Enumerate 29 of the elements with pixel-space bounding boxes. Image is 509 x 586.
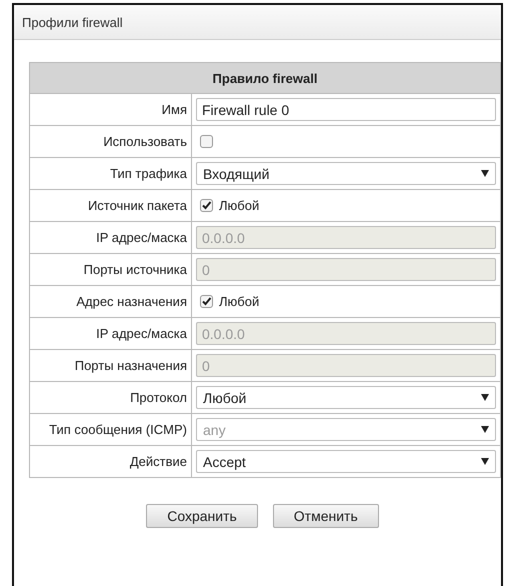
panel-title: Профили firewall xyxy=(22,14,123,30)
text-field[interactable]: Firewall rule 0 xyxy=(196,98,496,121)
caret-icon xyxy=(481,170,489,177)
checkbox[interactable] xyxy=(200,135,213,148)
field-label: IP адрес/маска xyxy=(30,222,192,254)
checkbox[interactable] xyxy=(200,199,213,212)
field-label: Использовать xyxy=(30,126,192,158)
checkbox[interactable] xyxy=(200,295,213,308)
dropdown[interactable]: Любой xyxy=(196,386,496,409)
field-label: Источник пакета xyxy=(30,190,192,222)
dropdown[interactable]: Accept xyxy=(196,450,496,473)
table-header: Правило firewall xyxy=(30,62,500,94)
checkbox-label: Любой xyxy=(219,294,260,309)
field-label: Порты назначения xyxy=(30,350,192,382)
caret-icon xyxy=(481,458,489,465)
checkbox-label: Любой xyxy=(219,198,260,213)
field-label: Имя xyxy=(30,94,192,126)
cancel-button[interactable]: Отменить xyxy=(272,504,379,528)
dropdown[interactable]: Входящий xyxy=(196,162,496,185)
save-button[interactable]: Сохранить xyxy=(146,504,258,528)
field-label: Порты источника xyxy=(30,254,192,286)
field-label: Адрес назначения xyxy=(30,286,192,318)
field-label: IP адрес/маска xyxy=(30,318,192,350)
caret-icon xyxy=(481,426,489,433)
field-label: Тип сообщения (ICMP) xyxy=(30,414,192,446)
field-label: Действие xyxy=(30,446,192,478)
field-label: Тип трафика xyxy=(30,158,192,190)
caret-icon xyxy=(481,394,489,401)
field-label: Протокол xyxy=(30,382,192,414)
